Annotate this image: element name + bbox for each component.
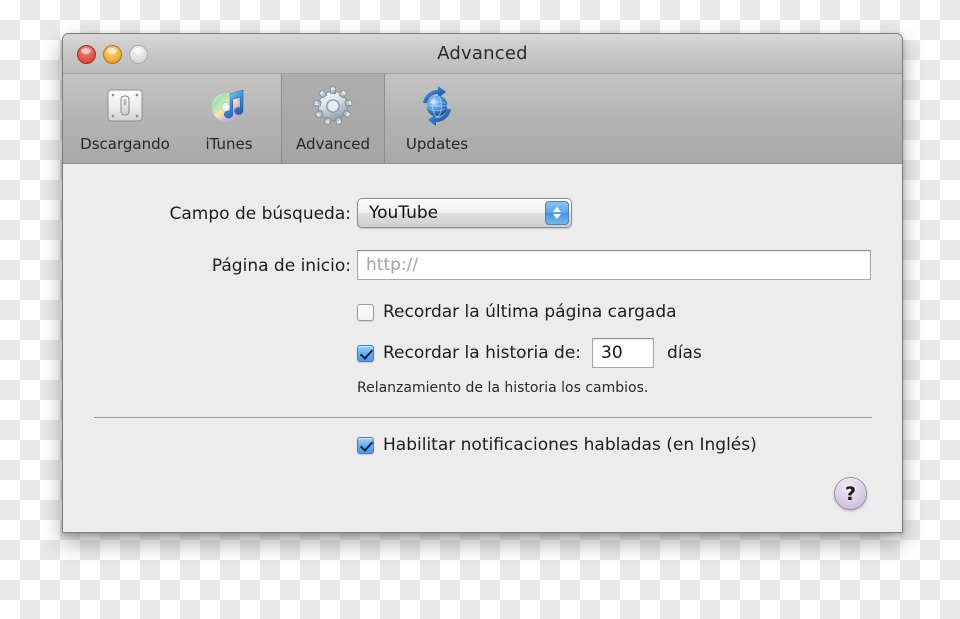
home-page-input[interactable]: http:// (357, 250, 871, 280)
section-divider (94, 417, 872, 418)
spoken-notifications-checkbox[interactable]: Habilitar notificaciones habladas (en In… (357, 435, 757, 455)
help-glyph: ? (844, 482, 857, 505)
history-days-value: 30 (601, 343, 623, 363)
checkbox-indicator[interactable] (357, 303, 374, 321)
remember-history-checkbox[interactable]: Recordar la historia de: 30 días (357, 338, 702, 368)
toolbar-item-label: Advanced (295, 135, 371, 153)
remember-last-page-label: Recordar la última página cargada (383, 302, 677, 322)
home-page-label: Página de inicio: (211, 256, 351, 276)
toolbar-item-updates[interactable]: Updates (385, 74, 489, 163)
toolbar-item-itunes[interactable]: iTunes (177, 74, 281, 163)
history-days-unit-label: días (667, 343, 702, 363)
toolbar-item-label: Dscargando (80, 135, 170, 153)
help-button[interactable]: ? (834, 477, 867, 510)
home-page-label-wrap: Página de inicio: (63, 256, 351, 276)
toolbar-item-label: iTunes (205, 135, 253, 153)
gear-icon (307, 81, 359, 131)
itunes-icon (203, 81, 255, 131)
preferences-content: Campo de búsqueda: YouTube Página de ini… (63, 164, 902, 532)
window-title: Advanced (437, 43, 528, 64)
search-field-label: Campo de búsqueda: (169, 204, 351, 224)
spoken-notifications-label: Habilitar notificaciones habladas (en In… (383, 435, 757, 455)
search-field-popup-button[interactable]: YouTube (357, 198, 572, 228)
checkbox-indicator[interactable] (357, 344, 374, 362)
remember-last-page-checkbox[interactable]: Recordar la última página cargada (357, 302, 677, 322)
updates-globe-icon (411, 81, 463, 131)
search-field-selected-value: YouTube (369, 203, 439, 223)
toolbar-item-dscargando[interactable]: Dscargando (73, 74, 177, 163)
preferences-toolbar: Dscargando iTunes Advanced Updates (63, 74, 902, 164)
checkbox-indicator[interactable] (357, 436, 374, 454)
search-field-popup-wrap: YouTube (357, 198, 572, 228)
remember-history-label: Recordar la historia de: (383, 343, 582, 363)
history-days-input[interactable]: 30 (592, 338, 655, 368)
toolbar-item-label: Updates (405, 135, 469, 153)
window-titlebar: Advanced (63, 34, 902, 74)
history-hint-text: Relanzamiento de la historia los cambios… (357, 380, 649, 396)
home-page-placeholder: http:// (366, 255, 419, 275)
chevron-updown-icon (545, 201, 569, 225)
download-switch-icon (99, 81, 151, 131)
home-page-field-wrap: http:// (357, 250, 871, 280)
search-field-label-wrap: Campo de búsqueda: (63, 204, 351, 224)
history-hint-wrap: Relanzamiento de la historia los cambios… (357, 380, 648, 396)
preferences-window: Advanced Dscargando iTunes Advanced Upda… (62, 33, 903, 533)
toolbar-item-advanced[interactable]: Advanced (281, 74, 385, 163)
